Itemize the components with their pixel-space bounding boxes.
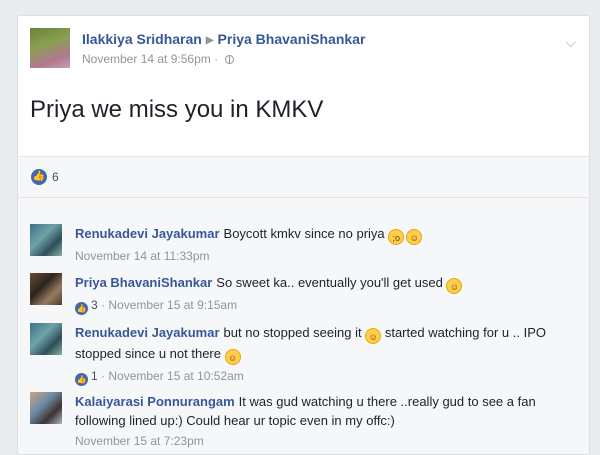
comment-timestamp[interactable]: November 15 at 9:15am bbox=[108, 298, 237, 312]
comment-meta: November 14 at 11:33pm bbox=[75, 247, 575, 265]
avatar[interactable] bbox=[30, 224, 62, 256]
comment-body: Renukadevi Jayakumar but no stopped seein… bbox=[75, 323, 575, 386]
author-avatar[interactable] bbox=[30, 28, 70, 68]
comment-timestamp[interactable]: November 14 at 11:33pm bbox=[75, 249, 210, 263]
meta-separator: · bbox=[214, 52, 219, 66]
comment-author[interactable]: Renukadevi Jayakumar bbox=[75, 325, 220, 340]
comment-body: Priya BhavaniShankar So sweet ka.. eventu… bbox=[75, 273, 575, 315]
grinning-face-icon: ☺ bbox=[406, 229, 423, 245]
reactions-bar: 👍 6 bbox=[18, 157, 589, 197]
comment-author[interactable]: Priya BhavaniShankar bbox=[75, 275, 212, 290]
comment-author[interactable]: Kalaiyarasi Ponnurangam bbox=[75, 394, 235, 409]
comment-body: Kalaiyarasi Ponnurangam It was gud watchi… bbox=[75, 392, 575, 450]
post-names: Ilakkiya Sridharan ▶ Priya BhavaniShankar bbox=[82, 31, 365, 47]
post-meta: November 14 at 9:56pm · bbox=[82, 52, 235, 66]
like-icon[interactable]: 👍 bbox=[31, 169, 47, 185]
comment-meta: 👍 1 · November 15 at 10:52am bbox=[75, 369, 244, 386]
post-author-link[interactable]: Ilakkiya Sridharan bbox=[82, 31, 202, 47]
post-timestamp[interactable]: November 14 at 9:56pm bbox=[82, 52, 211, 66]
crying-face-icon: ;o bbox=[388, 229, 405, 245]
comment-text: but no stopped seeing it bbox=[223, 325, 362, 340]
arrow-right-icon: ▶ bbox=[205, 35, 214, 46]
comment-meta: 👍 3 · November 15 at 9:15am bbox=[75, 298, 238, 315]
avatar[interactable] bbox=[30, 273, 62, 305]
grinning-face-icon: ☺ bbox=[365, 328, 382, 344]
post-text: Priya we miss you in KMKV bbox=[30, 96, 324, 123]
comments-section: Renukadevi Jayakumar Boycott kmkv since n… bbox=[18, 197, 589, 454]
comment-like-count[interactable]: 3 bbox=[91, 298, 98, 312]
like-icon: 👍 bbox=[75, 373, 88, 386]
globe-icon[interactable] bbox=[225, 55, 235, 64]
avatar[interactable] bbox=[30, 392, 62, 424]
chevron-down-icon[interactable]: ⌵ bbox=[565, 34, 576, 51]
comment-text: Boycott kmkv since no priya bbox=[223, 226, 385, 241]
post-recipient-link[interactable]: Priya BhavaniShankar bbox=[218, 31, 366, 47]
like-icon: 👍 bbox=[75, 302, 88, 315]
grinning-face-icon: ☺ bbox=[224, 349, 241, 365]
comment-timestamp[interactable]: November 15 at 7:23pm bbox=[75, 434, 204, 448]
comment-meta: November 15 at 7:23pm bbox=[75, 432, 575, 450]
avatar[interactable] bbox=[30, 323, 62, 355]
post-card: Ilakkiya Sridharan ▶ Priya BhavaniShankar … bbox=[17, 15, 590, 455]
comment-timestamp[interactable]: November 15 at 10:52am bbox=[108, 369, 243, 383]
comment-text: So sweet ka.. eventually you'll get used bbox=[216, 275, 443, 290]
comment-author[interactable]: Renukadevi Jayakumar bbox=[75, 226, 220, 241]
post-header: Ilakkiya Sridharan ▶ Priya BhavaniShankar … bbox=[30, 28, 578, 78]
comment-body: Renukadevi Jayakumar Boycott kmkv since n… bbox=[75, 224, 575, 265]
like-count[interactable]: 6 bbox=[52, 169, 59, 185]
comment-like-count[interactable]: 1 bbox=[91, 369, 98, 383]
grinning-face-icon: ☺ bbox=[446, 278, 463, 294]
